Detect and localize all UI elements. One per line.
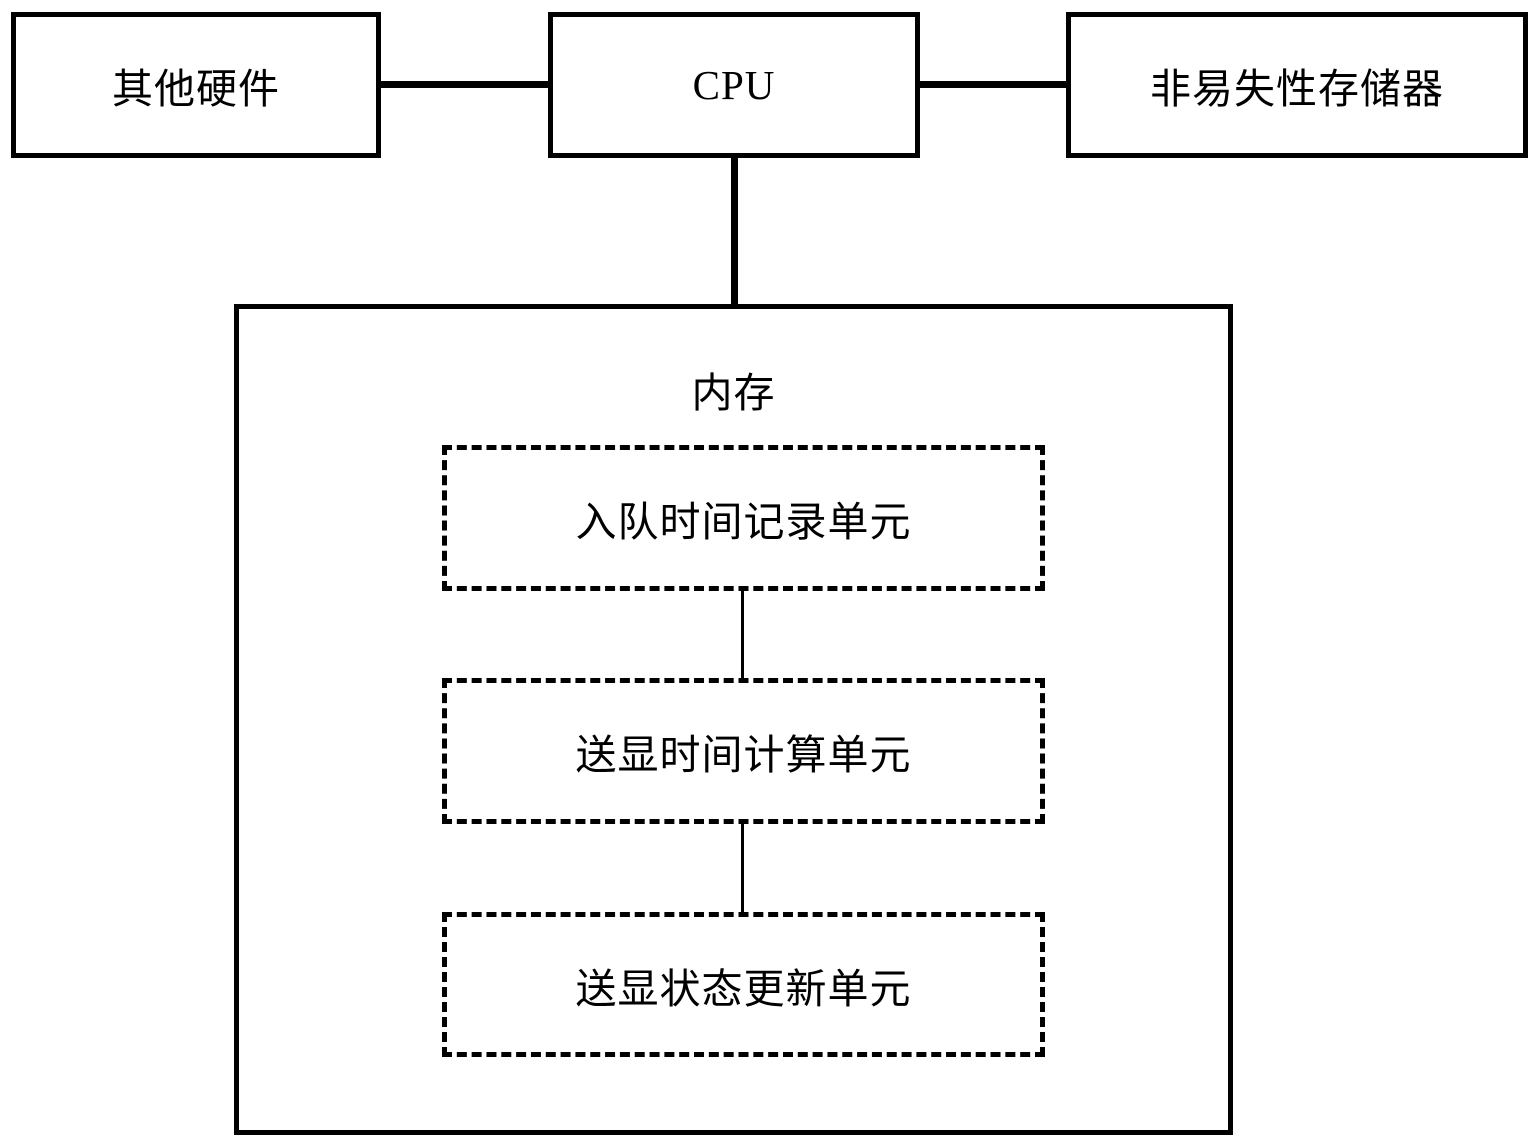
connector-cpu-to-nonvolatile-storage [918, 81, 1068, 88]
node-other-hardware-label: 其他硬件 [112, 65, 280, 113]
diagram-canvas: 其他硬件 CPU 非易失性存储器 内存 入队时间记录单元 送显时间计算单元 送显… [0, 0, 1536, 1144]
node-nonvolatile-storage-label: 非易失性存储器 [1150, 65, 1444, 113]
node-display-time-calc-unit-label: 送显时间计算单元 [575, 731, 912, 779]
node-nonvolatile-storage: 非易失性存储器 [1066, 12, 1528, 158]
connector-cpu-to-memory [731, 155, 738, 307]
node-enqueue-time-record-unit-label: 入队时间记录单元 [575, 498, 912, 546]
connector-calc-unit-to-status-unit [741, 821, 744, 914]
connector-enqueue-unit-to-calc-unit [741, 588, 744, 680]
node-display-status-update-unit-label: 送显状态更新单元 [575, 964, 912, 1013]
node-memory-label: 内存 [691, 369, 776, 417]
node-display-status-update-unit: 送显状态更新单元 [442, 912, 1045, 1057]
node-other-hardware: 其他硬件 [11, 12, 381, 158]
node-display-time-calc-unit: 送显时间计算单元 [442, 678, 1045, 824]
connector-other-hardware-to-cpu [379, 81, 551, 88]
node-cpu-label: CPU [692, 62, 776, 108]
node-cpu: CPU [548, 12, 920, 158]
node-enqueue-time-record-unit: 入队时间记录单元 [442, 445, 1045, 591]
